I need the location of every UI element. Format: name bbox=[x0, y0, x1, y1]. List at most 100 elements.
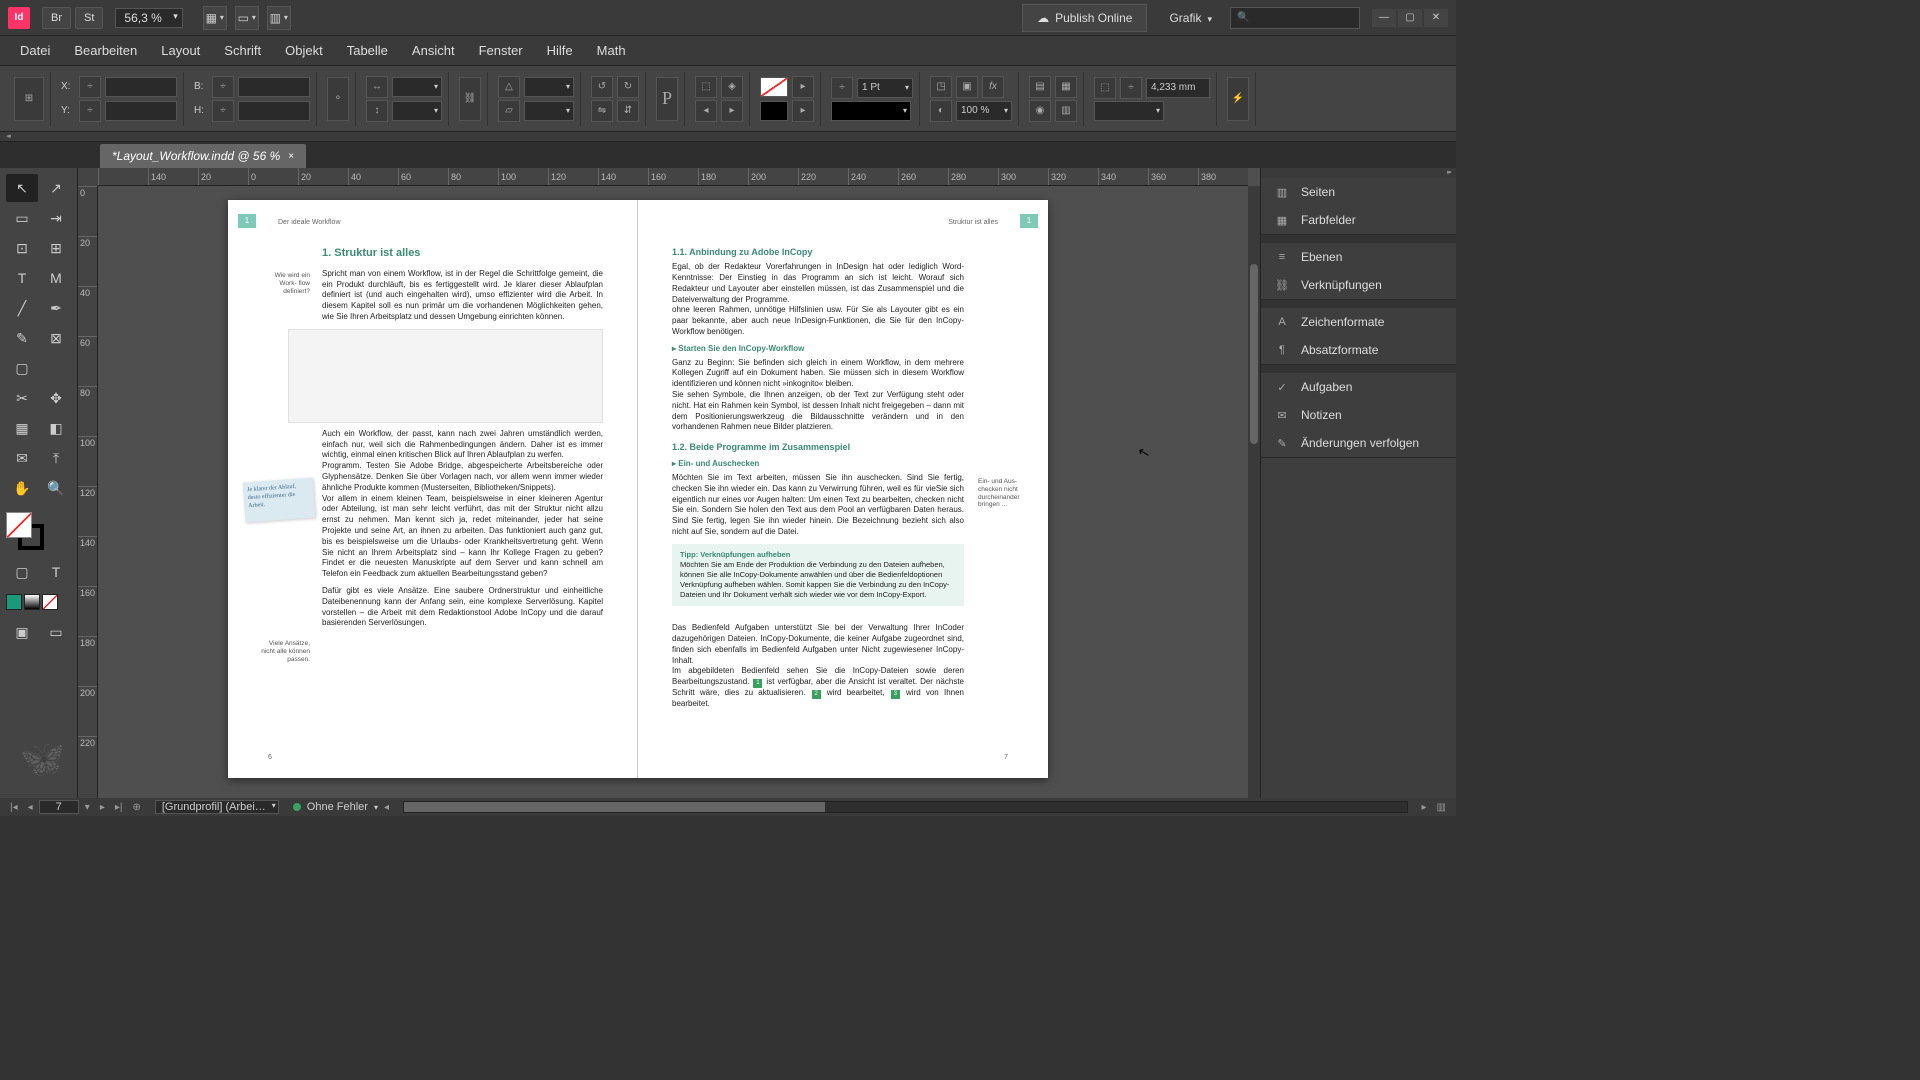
shear-dropdown[interactable] bbox=[524, 101, 574, 121]
y-stepper-icon[interactable]: ÷ bbox=[79, 100, 101, 122]
zoom-tool-icon[interactable]: 🔍 bbox=[40, 474, 72, 502]
apply-none-icon[interactable] bbox=[42, 594, 58, 610]
content-collector-icon[interactable]: ⊡ bbox=[6, 234, 38, 262]
menu-fenster[interactable]: Fenster bbox=[469, 39, 533, 62]
opacity-dropdown[interactable]: 100 % bbox=[956, 101, 1012, 121]
fill-color-swatch[interactable] bbox=[6, 512, 32, 538]
stock-button[interactable]: St bbox=[75, 7, 103, 29]
close-tab-icon[interactable]: × bbox=[288, 151, 294, 162]
view-options-icon[interactable]: ▦ bbox=[203, 6, 227, 30]
workspace-switcher[interactable]: Grafik bbox=[1159, 7, 1222, 29]
menu-ansicht[interactable]: Ansicht bbox=[402, 39, 465, 62]
next-page-button[interactable]: ▸ bbox=[96, 802, 109, 813]
x-input[interactable] bbox=[105, 77, 177, 97]
menu-layout[interactable]: Layout bbox=[151, 39, 210, 62]
constrain-proportions-icon[interactable]: ⚬ bbox=[327, 77, 349, 121]
panel-zeichenformate[interactable]: AZeichenformate bbox=[1261, 308, 1456, 336]
maximize-button[interactable]: ▢ bbox=[1398, 9, 1422, 27]
rectangle-frame-tool-icon[interactable]: ⊠ bbox=[40, 324, 72, 352]
stroke-swatch[interactable] bbox=[760, 101, 788, 121]
fill-arrow-icon[interactable]: ▸ bbox=[792, 76, 814, 98]
type-tool-icon[interactable]: T bbox=[6, 264, 38, 292]
frame-fit-icon[interactable]: ⬚ bbox=[1094, 77, 1116, 99]
flip-v-icon[interactable]: ⇵ bbox=[617, 100, 639, 122]
menu-bearbeiten[interactable]: Bearbeiten bbox=[64, 39, 147, 62]
fill-stroke-swatches[interactable] bbox=[6, 512, 44, 550]
y-input[interactable] bbox=[105, 101, 177, 121]
screen-mode-icon[interactable]: ▭ bbox=[235, 6, 259, 30]
gap-input[interactable] bbox=[1146, 78, 1210, 98]
link-scale-icon[interactable]: ⛓ bbox=[459, 77, 481, 121]
select-content-icon[interactable]: ◈ bbox=[721, 76, 743, 98]
stroke-weight-dropdown[interactable]: 1 Pt bbox=[857, 78, 913, 98]
note-tool-icon[interactable]: ✉ bbox=[6, 444, 38, 472]
width-input[interactable] bbox=[238, 77, 310, 97]
horizontal-scrollbar[interactable] bbox=[403, 801, 1408, 813]
scale-y-dropdown[interactable] bbox=[392, 101, 442, 121]
rectangle-tool-icon[interactable]: ▢ bbox=[6, 354, 38, 382]
horizontal-ruler[interactable]: 1402002040608010012014016018020022024026… bbox=[98, 168, 1248, 186]
help-search-input[interactable] bbox=[1230, 7, 1360, 29]
text-wrap-bbox-icon[interactable]: ▦ bbox=[1055, 76, 1077, 98]
last-page-button[interactable]: ▸| bbox=[111, 802, 127, 813]
flip-h-icon[interactable]: ⇋ bbox=[591, 100, 613, 122]
document-canvas[interactable]: 1402002040608010012014016018020022024026… bbox=[78, 168, 1260, 798]
scroll-left-button[interactable]: ◂ bbox=[380, 802, 393, 813]
open-doc-icon[interactable]: ⊕ bbox=[128, 802, 144, 813]
prev-page-button[interactable]: ◂ bbox=[24, 802, 37, 813]
menu-math[interactable]: Math bbox=[587, 39, 636, 62]
apply-gradient-icon[interactable] bbox=[24, 594, 40, 610]
pencil-tool-icon[interactable]: ✎ bbox=[6, 324, 38, 352]
panel-absatzformate[interactable]: ¶Absatzformate bbox=[1261, 336, 1456, 364]
free-transform-tool-icon[interactable]: ✥ bbox=[40, 384, 72, 412]
text-wrap-jump-icon[interactable]: ▥ bbox=[1055, 100, 1077, 122]
menu-objekt[interactable]: Objekt bbox=[275, 39, 333, 62]
corner-shape-dropdown[interactable] bbox=[1094, 101, 1164, 121]
hand-tool-icon[interactable]: ✋ bbox=[6, 474, 38, 502]
select-next-icon[interactable]: ▸ bbox=[721, 100, 743, 122]
format-text-icon[interactable]: T bbox=[40, 558, 72, 586]
quick-apply-icon[interactable]: ⚡ bbox=[1227, 77, 1249, 121]
stroke-weight-stepper[interactable]: ÷ bbox=[831, 77, 853, 99]
minimize-button[interactable]: — bbox=[1372, 9, 1396, 27]
fx-corner-icon[interactable]: ◳ bbox=[930, 76, 952, 98]
close-window-button[interactable]: ✕ bbox=[1424, 9, 1448, 27]
content-placer-icon[interactable]: ⊞ bbox=[40, 234, 72, 262]
select-container-icon[interactable]: ⬚ bbox=[695, 76, 717, 98]
bridge-button[interactable]: Br bbox=[42, 7, 71, 29]
ruler-origin[interactable] bbox=[78, 168, 98, 186]
panel-seiten[interactable]: ▥Seiten bbox=[1261, 178, 1456, 206]
page-dropdown-icon[interactable]: ▾ bbox=[81, 802, 94, 813]
direct-selection-tool-icon[interactable]: ↗ bbox=[40, 174, 72, 202]
scale-x-dropdown[interactable] bbox=[392, 77, 442, 97]
math-tool-icon[interactable]: M bbox=[40, 264, 72, 292]
select-prev-icon[interactable]: ◂ bbox=[695, 100, 717, 122]
height-input[interactable] bbox=[238, 101, 310, 121]
document-tab[interactable]: *Layout_Workflow.indd @ 56 % × bbox=[100, 144, 306, 168]
stroke-arrow-icon[interactable]: ▸ bbox=[792, 100, 814, 122]
rotate-ccw-icon[interactable]: ↺ bbox=[591, 76, 613, 98]
rotation-dropdown[interactable] bbox=[524, 77, 574, 97]
arrange-docs-icon[interactable]: ▥ bbox=[267, 6, 291, 30]
menu-hilfe[interactable]: Hilfe bbox=[537, 39, 583, 62]
menu-datei[interactable]: Datei bbox=[10, 39, 60, 62]
reference-point-proxy[interactable]: ⊞ bbox=[14, 77, 44, 121]
scroll-right-button[interactable]: ▸ bbox=[1418, 802, 1431, 813]
apply-color-icon[interactable] bbox=[6, 594, 22, 610]
panel-ebenen[interactable]: ≡Ebenen bbox=[1261, 243, 1456, 271]
publish-online-button[interactable]: ☁ Publish Online bbox=[1022, 4, 1147, 32]
panel-verknuepfungen[interactable]: ⛓Verknüpfungen bbox=[1261, 271, 1456, 299]
preflight-profile-dropdown[interactable]: [Grundprofil] (Arbei… bbox=[155, 800, 279, 814]
panel-collapse-right[interactable] bbox=[1261, 168, 1456, 178]
fx-icon[interactable]: fx bbox=[982, 76, 1004, 98]
rotate-cw-icon[interactable]: ↻ bbox=[617, 76, 639, 98]
vertical-scrollbar[interactable] bbox=[1248, 186, 1260, 798]
menu-schrift[interactable]: Schrift bbox=[214, 39, 271, 62]
gap-tool-icon[interactable]: ⇥ bbox=[40, 204, 72, 232]
page-number-field[interactable]: 7 bbox=[39, 800, 79, 814]
h-stepper-icon[interactable]: ÷ bbox=[212, 100, 234, 122]
format-container-icon[interactable]: ▢ bbox=[6, 558, 38, 586]
preview-view-icon[interactable]: ▭ bbox=[40, 618, 72, 646]
eyedropper-tool-icon[interactable]: ⤒ bbox=[40, 444, 72, 472]
line-tool-icon[interactable]: ╱ bbox=[6, 294, 38, 322]
